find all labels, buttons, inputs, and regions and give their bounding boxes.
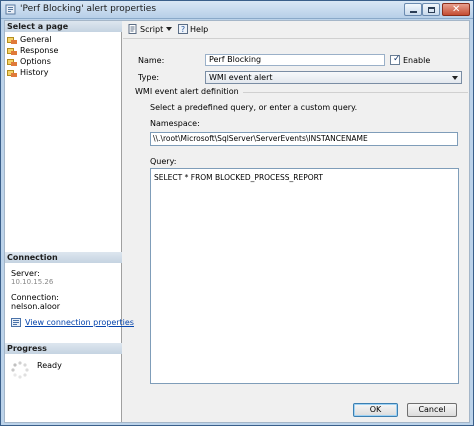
ok-button[interactable]: OK (353, 403, 398, 417)
page-item-options[interactable]: Options (7, 56, 58, 67)
page-list: General Response Options History (7, 34, 58, 78)
type-select[interactable]: WMI event alert (205, 71, 462, 84)
server-label: Server: (11, 269, 40, 278)
namespace-input[interactable]: \\.\root\Microsoft\SqlServer\ServerEvent… (150, 132, 458, 146)
chevron-down-icon[interactable] (166, 27, 173, 31)
page-item-label: Response (20, 46, 59, 55)
toolbar: Script ? Help (123, 21, 469, 39)
script-button[interactable]: Script (128, 24, 173, 34)
svg-text:?: ? (181, 25, 185, 34)
script-icon (128, 24, 137, 34)
namespace-label: Namespace: (150, 119, 200, 128)
page-icon (7, 36, 17, 44)
progress-header: Progress (5, 343, 122, 354)
enable-label: Enable (403, 56, 431, 65)
minimize-button[interactable] (404, 3, 422, 16)
page-item-label: Options (20, 57, 51, 66)
help-icon: ? (178, 24, 188, 34)
enable-checkbox[interactable]: ✓ (390, 54, 401, 65)
chevron-down-icon (452, 76, 458, 80)
properties-icon (5, 4, 16, 15)
query-instructions: Select a predefined query, or enter a cu… (150, 103, 358, 112)
close-button[interactable]: ✕ (442, 3, 470, 16)
window-title: 'Perf Blocking' alert properties (20, 4, 157, 14)
connection-label: Connection: (11, 293, 59, 302)
wmi-group-title: WMI event alert definition (135, 87, 243, 96)
cancel-button[interactable]: Cancel (407, 403, 457, 417)
properties-window: 'Perf Blocking' alert properties ✕ Selec… (0, 0, 474, 426)
close-icon: ✕ (452, 4, 461, 15)
page-icon (7, 47, 17, 55)
page-item-history[interactable]: History (7, 67, 58, 78)
page-icon (7, 58, 17, 66)
query-label: Query: (150, 157, 177, 166)
help-button[interactable]: ? Help (178, 24, 208, 34)
connection-value: nelson.aloor (11, 302, 61, 311)
query-textarea[interactable]: SELECT * FROM BLOCKED_PROCESS_REPORT (150, 168, 459, 384)
left-pane: Select a page General Response Options H… (5, 21, 134, 422)
name-label: Name: (138, 56, 165, 65)
page-item-general[interactable]: General (7, 34, 58, 45)
name-input[interactable]: Perf Blocking (205, 54, 385, 66)
help-label: Help (190, 24, 209, 34)
type-select-value: WMI event alert (209, 73, 273, 82)
page-item-label: History (20, 68, 49, 77)
connection-header: Connection (5, 252, 122, 263)
maximize-button[interactable] (422, 3, 440, 16)
type-label: Type: (138, 73, 160, 82)
script-label: Script (140, 24, 164, 34)
select-page-header: Select a page (5, 21, 122, 32)
progress-status: Ready (37, 361, 62, 370)
server-value: 10.10.15.26 (11, 278, 54, 284)
view-connection-properties-link[interactable]: View connection properties (25, 318, 134, 327)
page-icon (7, 69, 17, 77)
maximize-icon (428, 7, 435, 13)
page-item-label: General (20, 35, 52, 44)
connection-properties-icon (11, 318, 21, 327)
dialog-client: Select a page General Response Options H… (4, 20, 470, 423)
page-item-response[interactable]: Response (7, 45, 58, 56)
title-bar[interactable]: 'Perf Blocking' alert properties ✕ (1, 1, 473, 19)
check-icon: ✓ (393, 54, 401, 64)
progress-spinner-icon (11, 361, 29, 379)
minimize-icon (410, 11, 417, 13)
